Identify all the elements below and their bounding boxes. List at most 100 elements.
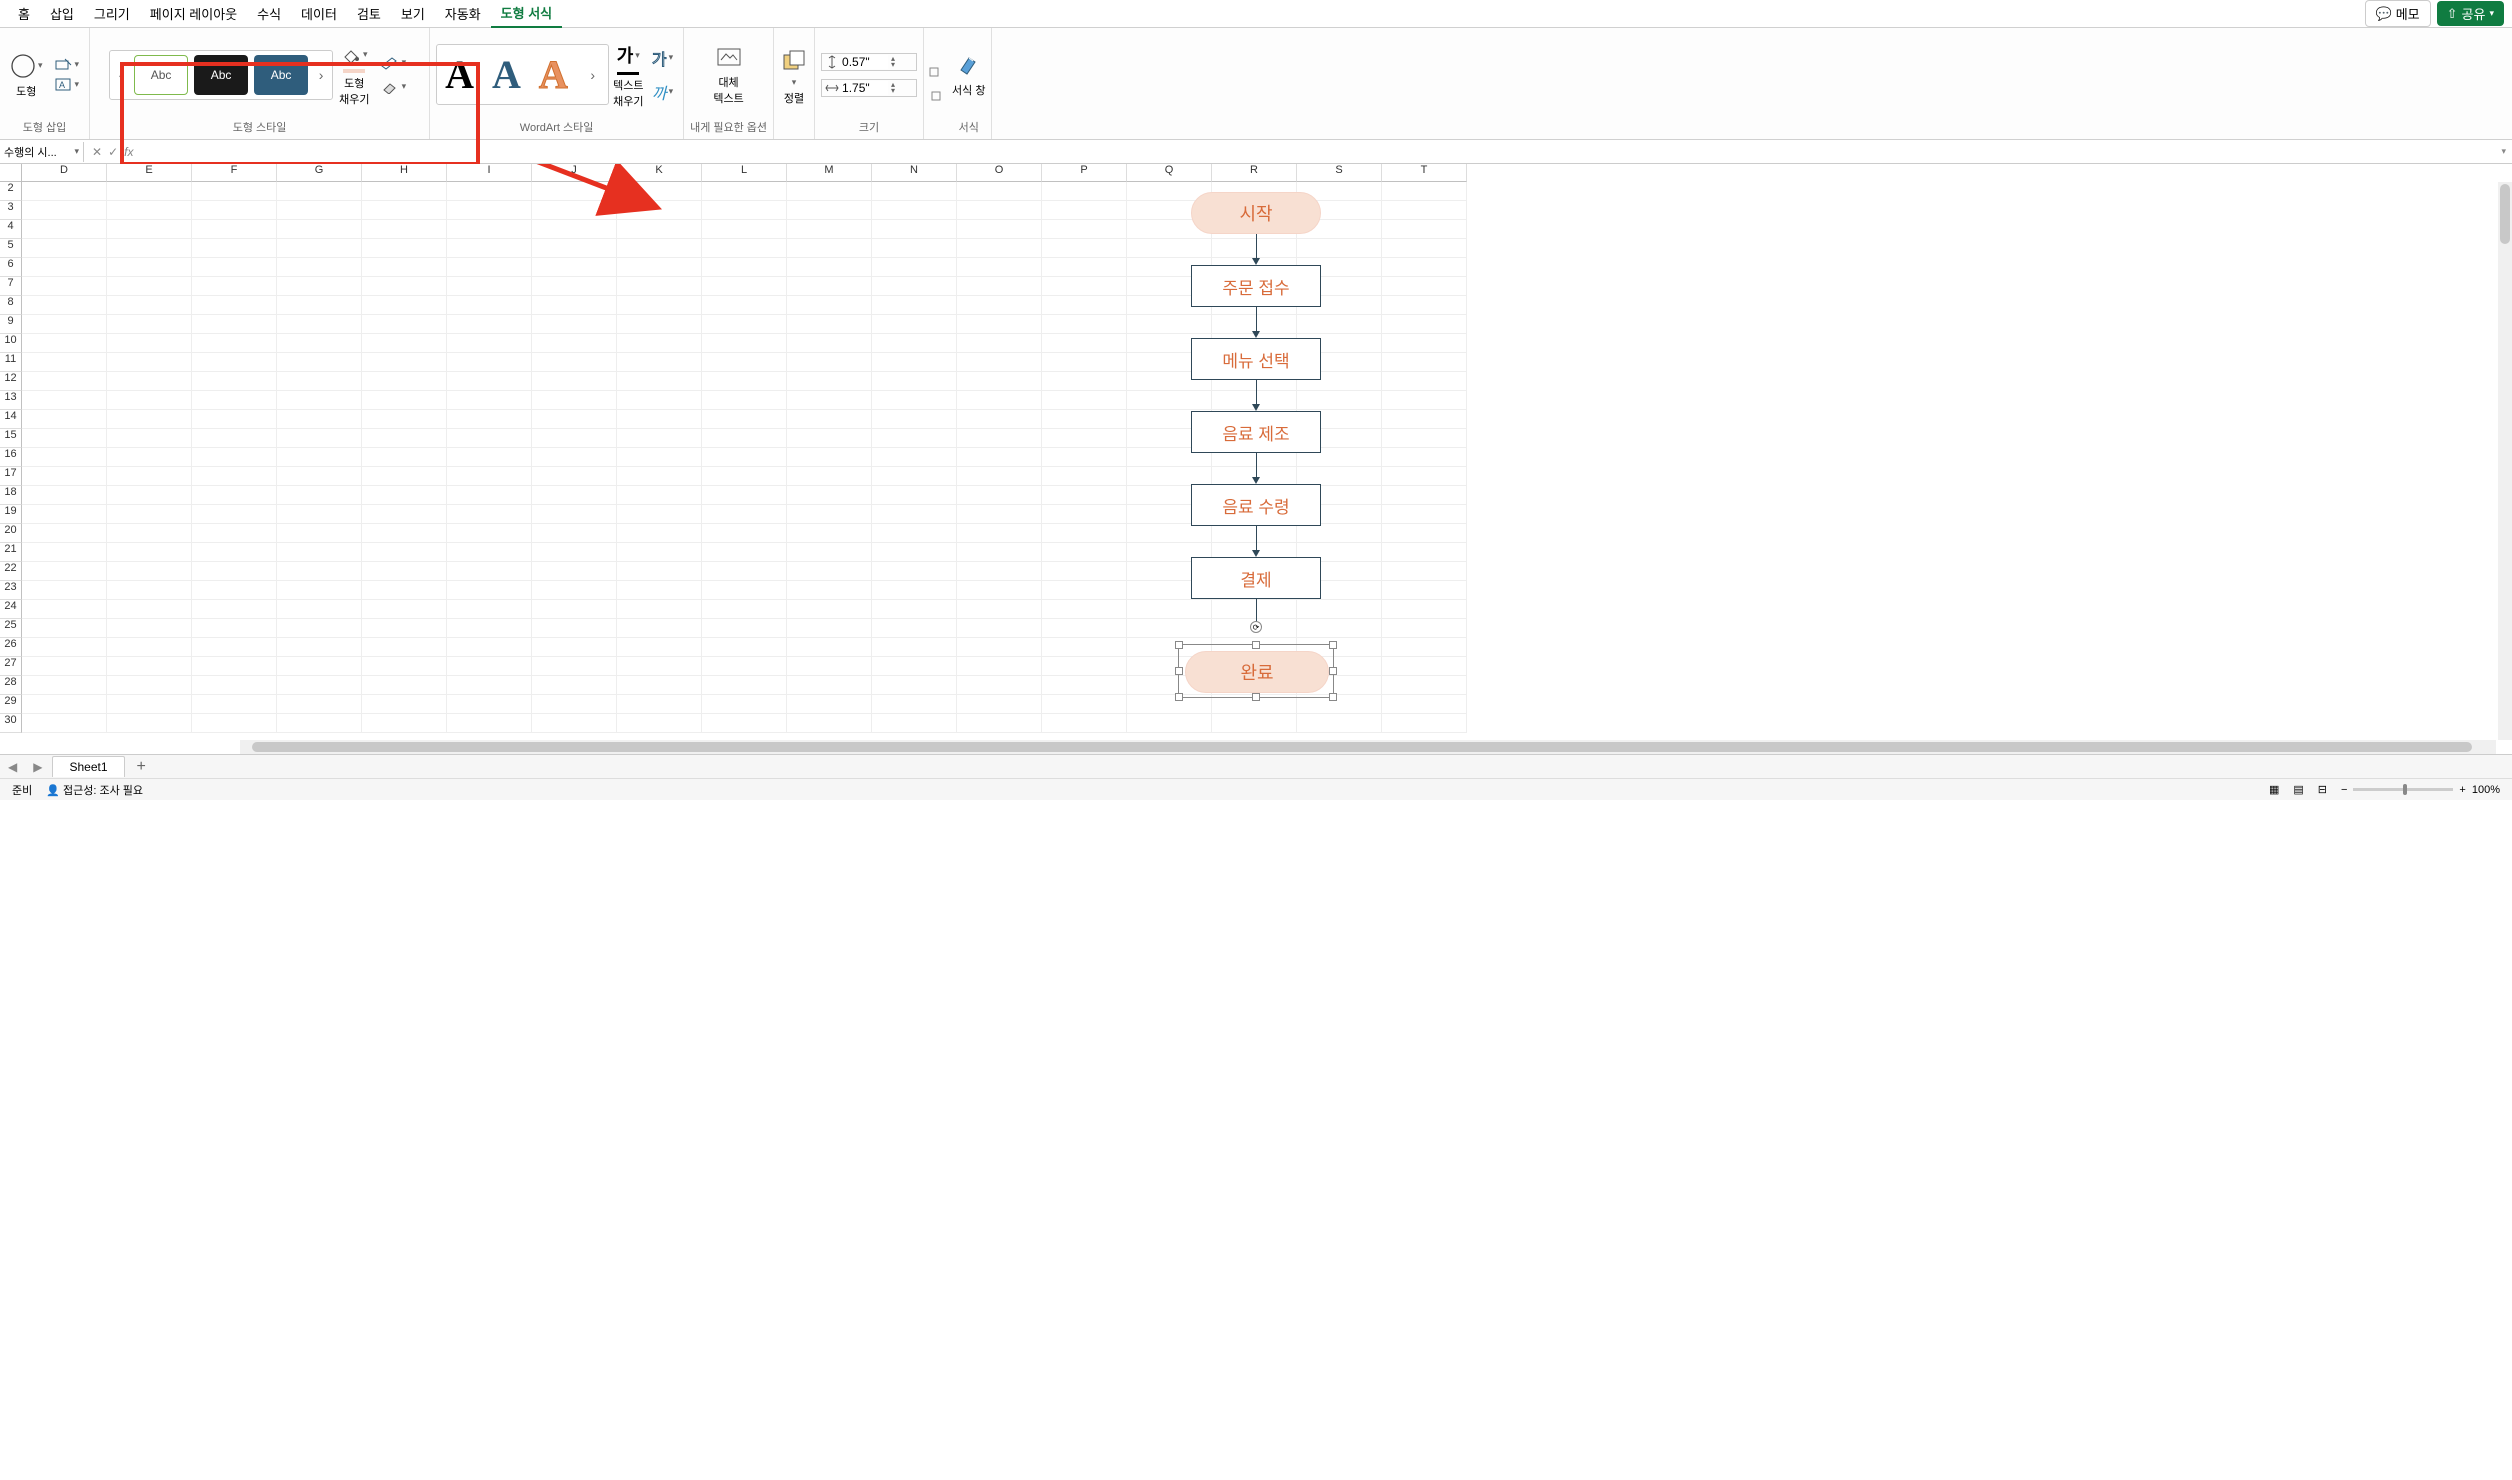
- cell[interactable]: [957, 695, 1042, 714]
- zoom-value[interactable]: 100%: [2472, 784, 2500, 796]
- column-header[interactable]: P: [1042, 164, 1127, 182]
- cell[interactable]: [702, 182, 787, 201]
- cell[interactable]: [192, 258, 277, 277]
- view-page-break-icon[interactable]: ⊟: [2318, 783, 2327, 796]
- cell[interactable]: [22, 410, 107, 429]
- cell[interactable]: [617, 714, 702, 733]
- cell[interactable]: [617, 410, 702, 429]
- fx-icon[interactable]: fx: [124, 145, 133, 159]
- cell[interactable]: [1042, 600, 1127, 619]
- cell[interactable]: [617, 619, 702, 638]
- resize-handle[interactable]: [1329, 693, 1337, 701]
- cell[interactable]: [447, 657, 532, 676]
- cell[interactable]: [277, 714, 362, 733]
- cell[interactable]: [1382, 543, 1467, 562]
- cell[interactable]: [1042, 524, 1127, 543]
- menu-page-layout[interactable]: 페이지 레이아웃: [140, 0, 247, 27]
- cell[interactable]: [787, 619, 872, 638]
- cell[interactable]: [617, 524, 702, 543]
- column-header[interactable]: R: [1212, 164, 1297, 182]
- row-header[interactable]: 29: [0, 695, 22, 714]
- cell[interactable]: [787, 467, 872, 486]
- cell[interactable]: [1042, 619, 1127, 638]
- cell[interactable]: [277, 581, 362, 600]
- cell[interactable]: [617, 448, 702, 467]
- cell[interactable]: [617, 581, 702, 600]
- cell[interactable]: [107, 277, 192, 296]
- name-box[interactable]: 수행의 시... ▾: [0, 142, 84, 162]
- cell[interactable]: [787, 201, 872, 220]
- cell[interactable]: [872, 505, 957, 524]
- cell[interactable]: [107, 220, 192, 239]
- cell[interactable]: [22, 486, 107, 505]
- cell[interactable]: [617, 277, 702, 296]
- cell[interactable]: [702, 467, 787, 486]
- cell[interactable]: [277, 467, 362, 486]
- rotate-handle[interactable]: ⟳: [1250, 621, 1262, 633]
- cell[interactable]: [1382, 429, 1467, 448]
- cell[interactable]: [1382, 524, 1467, 543]
- cell[interactable]: [1042, 562, 1127, 581]
- view-page-layout-icon[interactable]: ▤: [2293, 783, 2303, 796]
- row-header[interactable]: 6: [0, 258, 22, 277]
- cell[interactable]: [362, 372, 447, 391]
- cell[interactable]: [617, 334, 702, 353]
- cell[interactable]: [787, 315, 872, 334]
- cell[interactable]: [532, 429, 617, 448]
- cell[interactable]: [107, 258, 192, 277]
- cell[interactable]: [362, 239, 447, 258]
- row-header[interactable]: 9: [0, 315, 22, 334]
- cell[interactable]: [532, 695, 617, 714]
- menu-shape-format[interactable]: 도형 서식: [491, 0, 562, 29]
- cell[interactable]: [617, 429, 702, 448]
- cell[interactable]: [277, 524, 362, 543]
- shape-outline-button[interactable]: ▾: [376, 54, 411, 72]
- cell[interactable]: [617, 220, 702, 239]
- cell[interactable]: [1382, 182, 1467, 201]
- cell[interactable]: [447, 429, 532, 448]
- cell[interactable]: [532, 201, 617, 220]
- cell[interactable]: [107, 239, 192, 258]
- cell[interactable]: [1127, 714, 1212, 733]
- cell[interactable]: [277, 676, 362, 695]
- cell[interactable]: [532, 258, 617, 277]
- cell[interactable]: [872, 524, 957, 543]
- cell[interactable]: [22, 201, 107, 220]
- cell[interactable]: [532, 296, 617, 315]
- cell[interactable]: [787, 296, 872, 315]
- menu-view[interactable]: 보기: [391, 0, 435, 27]
- cell[interactable]: [192, 334, 277, 353]
- cell[interactable]: [22, 543, 107, 562]
- cell[interactable]: [1382, 201, 1467, 220]
- cell[interactable]: [1042, 467, 1127, 486]
- cell[interactable]: [1382, 315, 1467, 334]
- memo-button[interactable]: 💬 메모: [2365, 0, 2431, 27]
- cell[interactable]: [532, 391, 617, 410]
- cell[interactable]: [277, 391, 362, 410]
- cell[interactable]: [362, 714, 447, 733]
- cell[interactable]: [787, 258, 872, 277]
- cell[interactable]: [277, 657, 362, 676]
- cell[interactable]: [957, 657, 1042, 676]
- cell[interactable]: [872, 315, 957, 334]
- cell[interactable]: [702, 562, 787, 581]
- cell[interactable]: [957, 714, 1042, 733]
- cell[interactable]: [107, 657, 192, 676]
- cell[interactable]: [1042, 201, 1127, 220]
- cell[interactable]: [277, 448, 362, 467]
- cell[interactable]: [22, 524, 107, 543]
- cell[interactable]: [107, 296, 192, 315]
- cell[interactable]: [362, 524, 447, 543]
- wordart-style-1[interactable]: A: [445, 51, 474, 98]
- cell[interactable]: [872, 353, 957, 372]
- cell[interactable]: [447, 220, 532, 239]
- row-header[interactable]: 30: [0, 714, 22, 733]
- height-input[interactable]: [842, 55, 888, 69]
- cell[interactable]: [872, 429, 957, 448]
- cell[interactable]: [277, 201, 362, 220]
- cell[interactable]: [362, 429, 447, 448]
- cell[interactable]: [192, 581, 277, 600]
- text-box-button[interactable]: A ▾: [51, 76, 84, 94]
- cell[interactable]: [702, 220, 787, 239]
- cell[interactable]: [192, 695, 277, 714]
